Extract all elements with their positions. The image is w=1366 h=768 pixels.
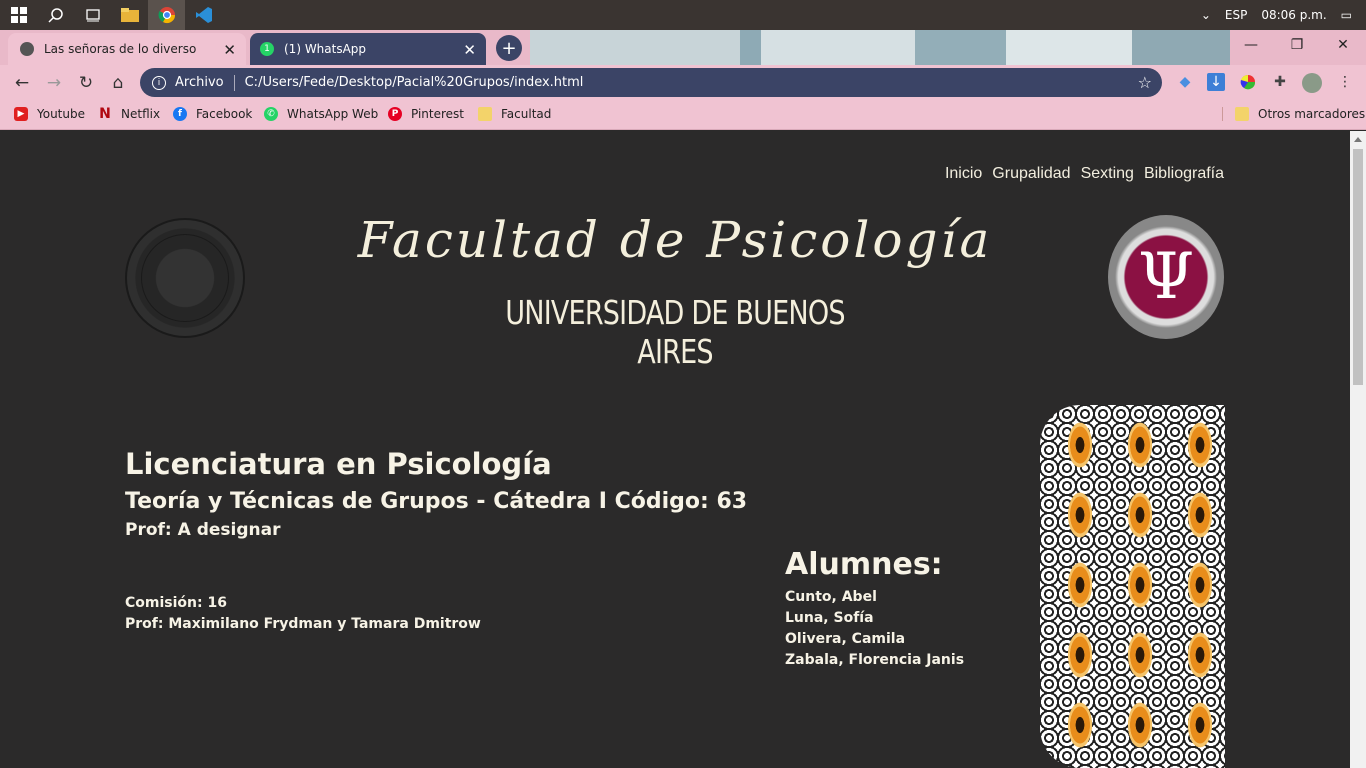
chevron-up-icon[interactable]: ⌄: [1201, 8, 1211, 22]
task-view-icon[interactable]: [74, 0, 111, 30]
tab-las-senoras[interactable]: Las señoras de lo diverso ✕: [8, 33, 246, 65]
clock[interactable]: 08:06 p.m.: [1261, 8, 1326, 22]
bookmark-star-icon[interactable]: ☆: [1138, 73, 1152, 92]
list-item: Zabala, Florencia Janis: [785, 652, 965, 668]
psi-logo: Ψ: [1108, 215, 1224, 339]
vscode-icon[interactable]: [185, 0, 222, 30]
chrome-icon[interactable]: [148, 0, 185, 30]
url-text[interactable]: C:/Users/Fede/Desktop/Pacial%20Grupos/in…: [245, 75, 584, 90]
globe-icon: [20, 42, 34, 56]
tab-title: Las señoras de lo diverso: [44, 42, 197, 56]
bookmark-label: Facultad: [501, 107, 552, 121]
bookmark-facultad[interactable]: Facultad: [478, 107, 551, 121]
nav-sexting[interactable]: Sexting: [1081, 165, 1134, 183]
facebook-icon: f: [173, 107, 187, 121]
address-bar[interactable]: i Archivo C:/Users/Fede/Desktop/Pacial%2…: [140, 68, 1162, 97]
youtube-icon: ▶: [14, 107, 28, 121]
bookmark-facebook[interactable]: f Facebook: [173, 107, 252, 121]
file-explorer-icon[interactable]: [111, 0, 148, 30]
pinterest-icon: P: [388, 107, 402, 121]
bookmark-whatsapp-web[interactable]: ✆ WhatsApp Web: [264, 107, 378, 121]
professor-text: Prof: A designar: [125, 520, 281, 540]
commission-professors: Prof: Maximilano Frydman y Tamara Dmitro…: [125, 616, 481, 632]
profile-avatar[interactable]: [1302, 73, 1322, 93]
whatsapp-icon: ✆: [264, 107, 278, 121]
subject-heading: Teoría y Técnicas de Grupos - Cátedra I …: [125, 489, 748, 514]
nav-bibliografia[interactable]: Bibliografía: [1144, 165, 1224, 183]
uba-seal-logo: [125, 218, 245, 338]
color-wheel-icon[interactable]: [1239, 73, 1257, 91]
new-tab-button[interactable]: +: [496, 35, 522, 61]
students-heading: Alumnes:: [785, 547, 943, 582]
folder-icon: [1235, 107, 1249, 121]
scrollbar-thumb[interactable]: [1353, 149, 1363, 385]
bookmark-pinterest[interactable]: P Pinterest: [388, 107, 464, 121]
page-scrollbar[interactable]: [1350, 131, 1366, 768]
windows-icon[interactable]: [0, 0, 37, 30]
taskbar: ⌄ ESP 08:06 p.m. ▭: [0, 0, 1366, 30]
nav-grupalidad[interactable]: Grupalidad: [992, 165, 1070, 183]
theme-background: [530, 30, 1230, 65]
list-item: Cunto, Abel: [785, 589, 877, 605]
bookmarks-bar: ▶ Youtube N Netflix f Facebook ✆ WhatsAp…: [0, 100, 1366, 130]
netflix-icon: N: [99, 106, 111, 122]
language-indicator[interactable]: ESP: [1225, 8, 1247, 22]
menu-dots-icon[interactable]: ⋮: [1336, 73, 1354, 91]
close-window-icon[interactable]: ✕: [1320, 30, 1366, 60]
bookmark-label: WhatsApp Web: [287, 107, 379, 121]
career-heading: Licenciatura en Psicología: [125, 447, 552, 481]
bookmark-youtube[interactable]: ▶ Youtube: [14, 107, 85, 121]
minimize-icon[interactable]: —: [1228, 30, 1274, 60]
close-tab-icon[interactable]: ✕: [223, 41, 236, 59]
tab-title: (1) WhatsApp: [284, 42, 367, 56]
nav-inicio[interactable]: Inicio: [945, 165, 982, 183]
info-icon[interactable]: i: [152, 75, 166, 90]
bookmark-label: Pinterest: [411, 107, 465, 121]
scroll-up-icon[interactable]: [1354, 137, 1362, 142]
system-tray: ⌄ ESP 08:06 p.m. ▭: [1201, 0, 1366, 30]
university-title: UNIVERSIDAD DE BUENOS AIRES: [505, 293, 845, 371]
bookmark-label: Otros marcadores: [1258, 107, 1366, 121]
search-icon[interactable]: [37, 0, 74, 30]
address-prefix: Archivo: [175, 75, 224, 90]
home-icon[interactable]: ⌂: [106, 71, 130, 95]
bookmark-label: Youtube: [37, 107, 85, 121]
list-item: Luna, Sofía: [785, 610, 874, 626]
extension-gem-icon[interactable]: ◆: [1176, 73, 1194, 91]
forward-icon[interactable]: →: [42, 71, 66, 95]
students-list: Cunto, Abel Luna, Sofía Olivera, Camila …: [785, 587, 964, 671]
reload-icon[interactable]: ↻: [74, 71, 98, 95]
divider: [233, 74, 235, 91]
site-nav: Inicio Grupalidad Sexting Bibliografía: [945, 165, 1224, 183]
bookmark-label: Netflix: [121, 107, 161, 121]
bookmark-label: Facebook: [196, 107, 253, 121]
whatsapp-icon: 1: [260, 42, 274, 56]
tab-strip: Las señoras de lo diverso ✕ 1 (1) WhatsA…: [0, 30, 1366, 65]
bookmark-otros-marcadores[interactable]: Otros marcadores: [1222, 107, 1365, 121]
notifications-icon[interactable]: ▭: [1341, 8, 1352, 22]
page-title: Facultad de Psicología: [357, 211, 993, 269]
commission-text: Comisión: 16: [125, 595, 227, 611]
window-controls: — ❐ ✕: [1228, 30, 1366, 60]
bookmark-netflix[interactable]: N Netflix: [98, 106, 161, 122]
close-tab-icon[interactable]: ✕: [463, 41, 476, 59]
extensions-puzzle-icon[interactable]: ✚: [1271, 73, 1289, 91]
list-item: Olivera, Camila: [785, 631, 906, 647]
download-icon[interactable]: ↓: [1207, 73, 1225, 91]
papaya-decorative-image: [1040, 405, 1225, 768]
web-page: Inicio Grupalidad Sexting Bibliografía F…: [0, 131, 1350, 768]
folder-icon: [478, 107, 492, 121]
browser-toolbar: ← → ↻ ⌂ i Archivo C:/Users/Fede/Desktop/…: [0, 65, 1366, 100]
tab-whatsapp[interactable]: 1 (1) WhatsApp ✕: [250, 33, 486, 65]
back-icon[interactable]: ←: [10, 71, 34, 95]
restore-icon[interactable]: ❐: [1274, 30, 1320, 60]
